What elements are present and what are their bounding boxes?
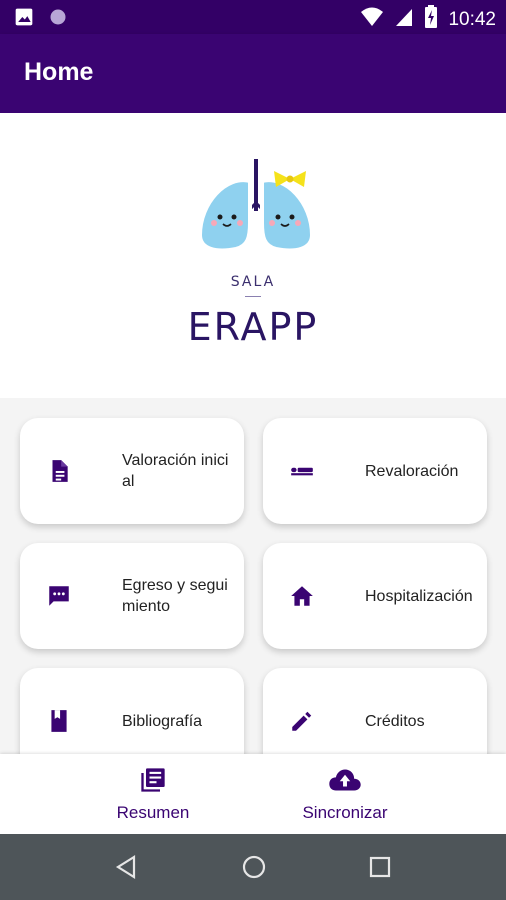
back-icon[interactable]	[114, 854, 138, 885]
circle-icon	[48, 7, 68, 32]
recents-icon[interactable]	[369, 856, 391, 883]
app-bar: Home	[0, 34, 506, 113]
menu-grid: Valoración inicial Revaloración Egreso y…	[0, 398, 506, 754]
edit-icon	[289, 708, 315, 734]
nav-label: Resumen	[116, 803, 190, 822]
card-bibliografia[interactable]: Bibliografía	[20, 668, 244, 754]
signal-icon	[394, 6, 414, 33]
clock: 10:42	[448, 8, 496, 30]
hero-section: SALA ERAPP	[0, 113, 506, 398]
card-label: Bibliografía	[122, 712, 203, 730]
document-icon	[46, 458, 72, 484]
nav-sincronizar[interactable]: Sincronizar	[290, 766, 400, 823]
home-button-icon[interactable]	[241, 854, 267, 885]
status-bar: 10:42	[0, 0, 506, 34]
wifi-icon	[360, 6, 384, 33]
card-label: Créditos	[365, 712, 425, 730]
library-books-icon	[138, 768, 168, 798]
chat-icon	[46, 583, 72, 609]
logo-subtitle: SALA	[230, 274, 276, 290]
card-label: Valoración inicial	[122, 452, 229, 490]
battery-charging-icon	[424, 5, 438, 34]
nav-resumen[interactable]: Resumen	[103, 766, 203, 823]
nav-label: Sincronizar	[302, 803, 388, 822]
card-label: Egreso y seguimiento	[122, 577, 228, 615]
cloud-upload-icon	[328, 769, 362, 798]
card-revaloracion[interactable]: Revaloración	[263, 418, 487, 524]
card-label: Revaloración	[365, 462, 459, 480]
lungs-logo-icon	[186, 153, 326, 263]
card-valoracion-inicial[interactable]: Valoración inicial	[20, 418, 244, 524]
card-creditos[interactable]: Créditos	[263, 668, 487, 754]
brand-name: ERAPP	[187, 305, 319, 349]
bottom-navigation: Resumen Sincronizar	[0, 754, 506, 834]
card-egreso-seguimiento[interactable]: Egreso y seguimiento	[20, 543, 244, 649]
card-label: Hospitalización	[365, 587, 473, 605]
logo-divider	[245, 296, 261, 297]
card-hospitalizacion[interactable]: Hospitalización	[263, 543, 487, 649]
page-title: Home	[24, 58, 94, 86]
image-icon	[14, 7, 34, 32]
book-icon	[46, 708, 72, 734]
home-icon	[289, 583, 315, 609]
system-navigation-bar	[0, 834, 506, 900]
bed-icon	[289, 458, 315, 484]
